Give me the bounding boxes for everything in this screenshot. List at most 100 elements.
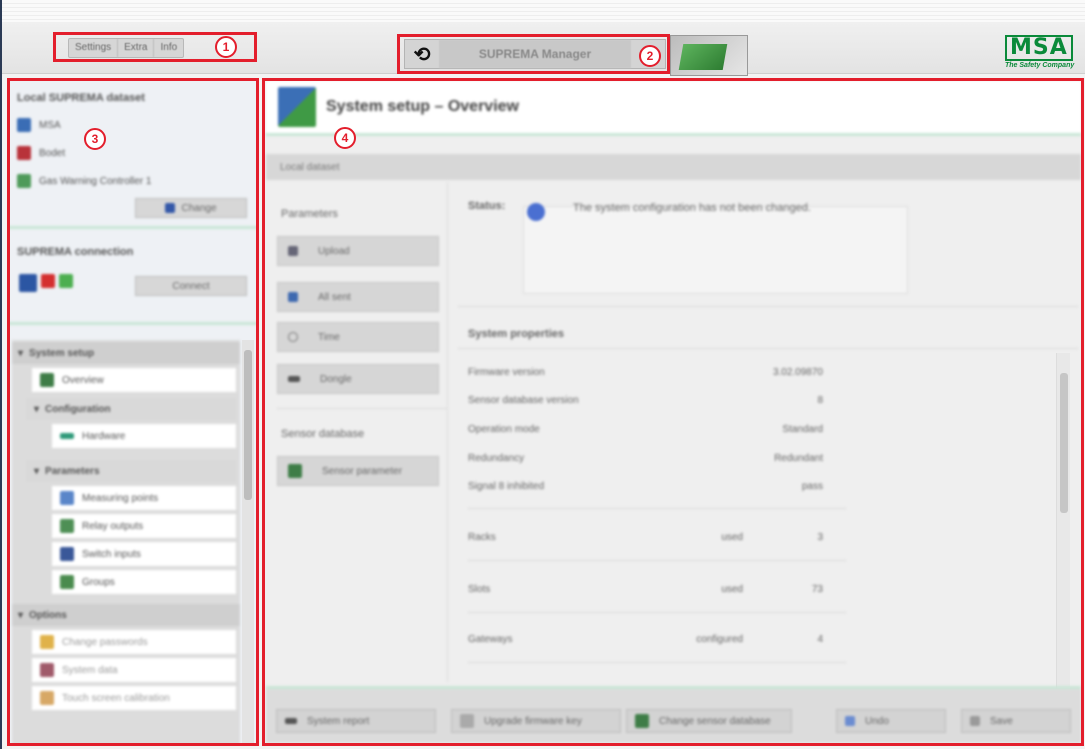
- controller-icon: [17, 174, 31, 188]
- property-row: Operation mode Standard: [468, 423, 823, 435]
- relay-outputs-icon: [60, 519, 74, 533]
- highlight-box-manager: [397, 34, 670, 74]
- key-icon: [40, 635, 54, 649]
- logo-word: MSA: [1005, 35, 1073, 61]
- undo-button[interactable]: Undo: [836, 709, 946, 733]
- user-icon: [17, 118, 31, 132]
- callout-2: 2: [639, 45, 661, 67]
- sensor-icon: [288, 464, 302, 478]
- change-sensor-db-button[interactable]: Change sensor database: [626, 709, 792, 733]
- save-icon: [970, 716, 980, 726]
- tree-item-relay-outputs[interactable]: Relay outputs: [52, 514, 236, 538]
- content-title-bar: System setup – Overview: [266, 81, 1081, 136]
- change-icon: [165, 203, 176, 213]
- dataset-subbar: Local dataset: [266, 154, 1081, 180]
- count-row: Racks used 3: [468, 531, 823, 543]
- tree-item-switch-inputs[interactable]: Switch inputs: [52, 542, 236, 566]
- divider: [458, 306, 1078, 307]
- property-row: Firmware version 3.02.09870: [468, 366, 823, 378]
- tree-item-groups[interactable]: Groups: [52, 570, 236, 594]
- switch-inputs-icon: [60, 547, 74, 561]
- database-icon: [635, 714, 649, 728]
- disconnected-icon: [41, 274, 55, 288]
- upload-icon: [288, 246, 298, 256]
- building-icon: [17, 146, 31, 160]
- tree-parameters[interactable]: ▾ Parameters: [26, 460, 236, 482]
- property-row: Signal 8 inhibited pass: [468, 480, 823, 492]
- dongle-icon: [288, 376, 300, 382]
- connection-status: [19, 274, 73, 292]
- report-icon: [285, 718, 297, 724]
- callout-1: 1: [215, 36, 237, 58]
- properties-scrollbar[interactable]: [1056, 353, 1070, 693]
- sensor-parameter-button[interactable]: Sensor parameter: [277, 456, 439, 486]
- msa-logo: MSA The Safety Company: [1005, 35, 1075, 69]
- status-label: Status:: [468, 200, 506, 212]
- tree-item-measuring-points[interactable]: Measuring points: [52, 486, 236, 510]
- connect-button[interactable]: Connect: [135, 276, 247, 296]
- suprema-manager-window: Settings Extra Info 1 ⟲ SUPREMA Manager …: [0, 0, 1085, 749]
- system-properties-title: System properties: [468, 328, 564, 340]
- connection-title: SUPREMA connection: [17, 246, 134, 258]
- tree-system-setup[interactable]: ▾ System setup: [12, 342, 240, 364]
- tree-item-overview[interactable]: Overview: [32, 368, 236, 392]
- tree-item-change-passwords[interactable]: Change passwords: [32, 630, 236, 654]
- logo-tagline: The Safety Company: [1005, 62, 1075, 69]
- tree-options[interactable]: ▾ Options: [12, 604, 240, 626]
- divider: [468, 612, 846, 613]
- upgrade-icon: [460, 714, 474, 728]
- upgrade-firmware-button[interactable]: Upgrade firmware key: [451, 709, 621, 733]
- change-dataset-button[interactable]: Change: [135, 198, 247, 218]
- divider: [458, 348, 1078, 349]
- footer-toolbar: System report Upgrade firmware key Chang…: [266, 686, 1081, 743]
- groups-icon: [60, 575, 74, 589]
- callout-4: 4: [334, 127, 356, 149]
- info-icon: [527, 203, 545, 221]
- overview-icon: [40, 373, 54, 387]
- sensor-database-label: Sensor database: [281, 428, 365, 440]
- section-separator: [7, 322, 259, 325]
- save-button[interactable]: Save: [961, 709, 1071, 733]
- dataset-item-msa[interactable]: MSA: [17, 114, 61, 136]
- page-title: System setup – Overview: [326, 98, 519, 115]
- upload-button[interactable]: Upload: [277, 236, 439, 266]
- count-row: Slots used 73: [468, 583, 823, 595]
- dataset-item-controller[interactable]: Gas Warning Controller 1: [17, 170, 151, 192]
- divider: [468, 662, 846, 663]
- touch-icon: [40, 691, 54, 705]
- tree-item-touch-calibration[interactable]: Touch screen calibration: [32, 686, 236, 710]
- time-button[interactable]: Time: [277, 322, 439, 352]
- tree-configuration[interactable]: ▾ Configuration: [26, 398, 236, 420]
- property-row: Redundancy Redundant: [468, 452, 823, 464]
- main-content-panel: System setup – Overview Local dataset Pa…: [263, 78, 1084, 746]
- dataset-item-bodet[interactable]: Bodet: [17, 142, 65, 164]
- tree-item-system-data[interactable]: System data: [32, 658, 236, 682]
- window-left-edge: [0, 0, 2, 749]
- device-icon: [59, 274, 73, 288]
- divider: [468, 508, 846, 509]
- undo-icon: [845, 716, 855, 726]
- property-row: Sensor database version 8: [468, 394, 823, 406]
- device-image-icon[interactable]: [670, 35, 748, 76]
- pc-icon: [19, 274, 37, 292]
- navigation-tree: ▾ System setup Overview ▾ Configuration …: [12, 340, 240, 746]
- overview-icon: [278, 87, 316, 127]
- window-top-strip: [0, 0, 1085, 22]
- send-icon: [288, 292, 298, 302]
- count-row: Gateways configured 4: [468, 633, 823, 645]
- all-sent-button[interactable]: All sent: [277, 282, 439, 312]
- divider: [277, 408, 447, 409]
- callout-3: 3: [84, 128, 106, 150]
- status-text: The system configuration has not been ch…: [573, 202, 811, 214]
- hardware-icon: [60, 433, 74, 439]
- divider: [468, 560, 846, 561]
- panel-divider: [447, 182, 448, 682]
- clock-icon: [288, 332, 298, 342]
- dataset-title: Local SUPREMA dataset: [17, 92, 145, 104]
- measuring-points-icon: [60, 491, 74, 505]
- tree-scrollbar[interactable]: [242, 340, 254, 746]
- system-report-button[interactable]: System report: [276, 709, 436, 733]
- dongle-button[interactable]: Dongle: [277, 364, 439, 394]
- tree-item-hardware[interactable]: Hardware: [52, 424, 236, 448]
- section-separator: [7, 226, 259, 229]
